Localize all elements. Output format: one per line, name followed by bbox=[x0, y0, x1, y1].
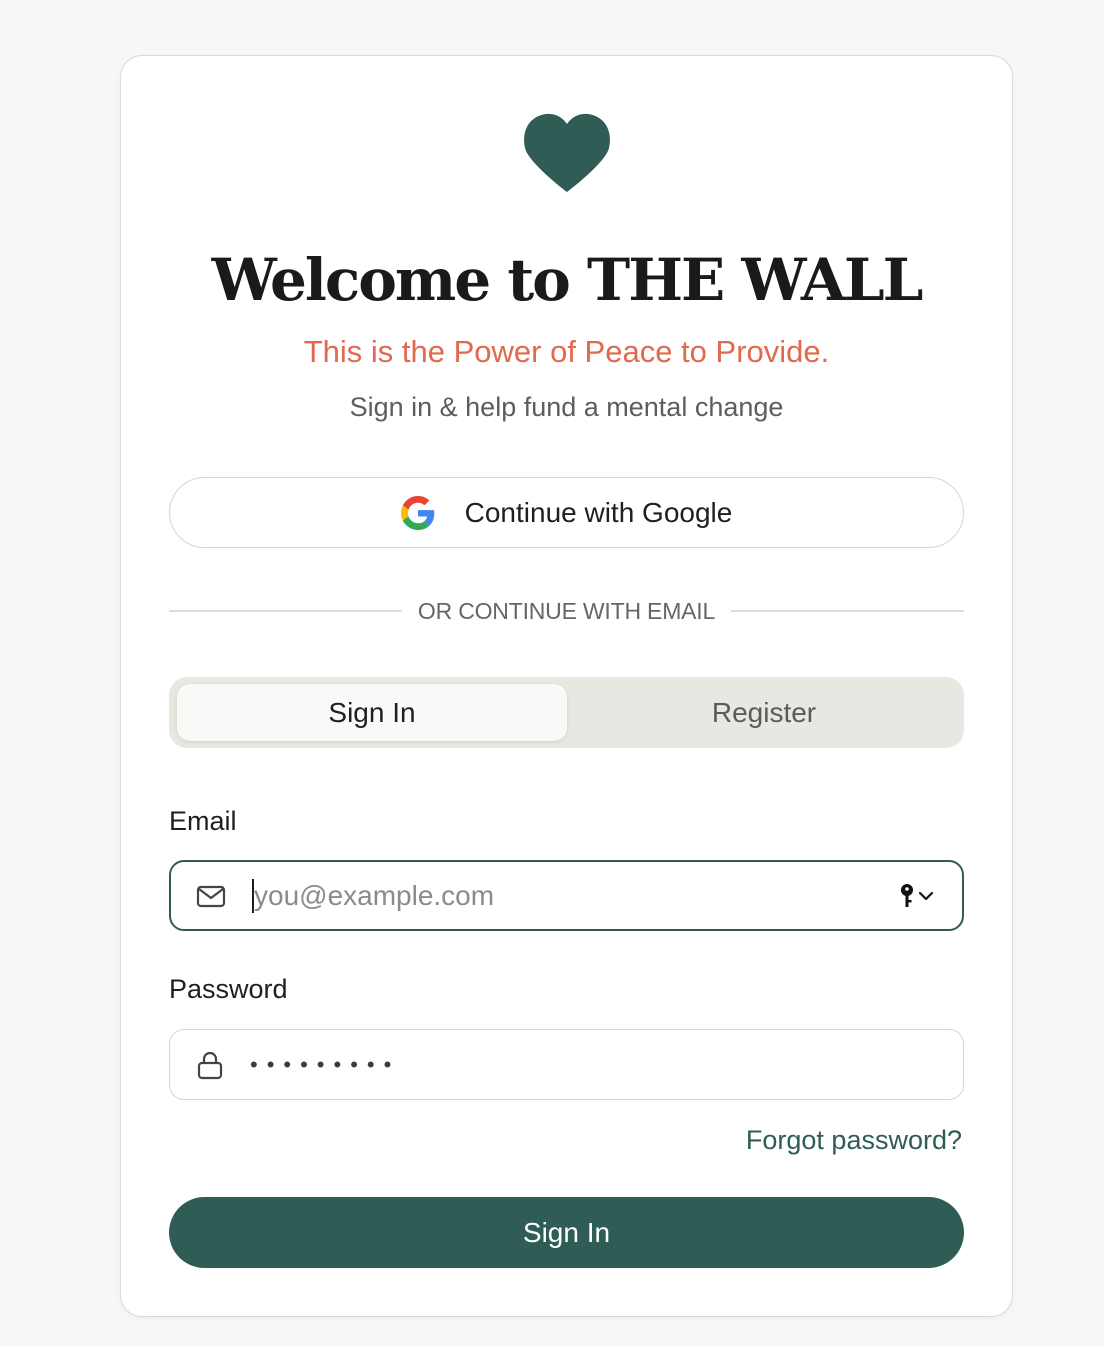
forgot-password-link[interactable]: Forgot password? bbox=[746, 1125, 962, 1156]
tab-register[interactable]: Register bbox=[569, 684, 959, 741]
email-input[interactable] bbox=[254, 862, 900, 929]
password-field[interactable]: ••••••••• bbox=[169, 1029, 964, 1100]
chevron-down-icon bbox=[918, 891, 934, 900]
auth-tabs: Sign In Register bbox=[169, 677, 964, 748]
email-label: Email bbox=[169, 806, 237, 836]
password-manager-button[interactable] bbox=[900, 883, 934, 909]
sign-in-card: Welcome to THE WALL This is the Power of… bbox=[120, 55, 1013, 1317]
lock-icon bbox=[197, 1051, 223, 1079]
subtitle: Sign in & help fund a mental change bbox=[349, 392, 784, 422]
divider-line bbox=[169, 610, 402, 612]
tab-sign-in[interactable]: Sign In bbox=[177, 684, 567, 741]
divider-line bbox=[731, 610, 965, 612]
google-icon bbox=[400, 495, 434, 530]
key-icon bbox=[901, 883, 913, 907]
password-input[interactable]: ••••••••• bbox=[250, 1052, 400, 1078]
heart-icon bbox=[524, 113, 610, 192]
sign-in-button[interactable]: Sign In bbox=[169, 1197, 964, 1268]
tagline: This is the Power of Peace to Provide. bbox=[303, 334, 830, 369]
continue-with-google-button[interactable]: Continue with Google bbox=[169, 477, 964, 548]
or-divider: OR CONTINUE WITH EMAIL bbox=[169, 597, 965, 624]
email-field-wrapper bbox=[169, 860, 964, 931]
page-title: Welcome to THE WALL bbox=[211, 246, 924, 314]
divider-text: OR CONTINUE WITH EMAIL bbox=[417, 597, 716, 624]
google-button-label: Continue with Google bbox=[464, 496, 733, 528]
password-label: Password bbox=[169, 974, 288, 1004]
mail-icon bbox=[196, 885, 226, 907]
